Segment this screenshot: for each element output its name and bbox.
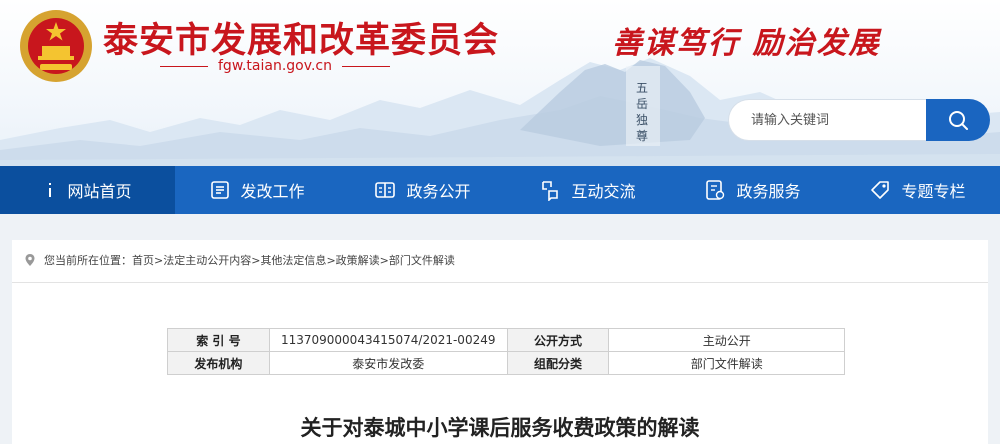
breadcrumb-divider xyxy=(12,282,988,283)
svg-text:五: 五 xyxy=(636,81,648,95)
category-value: 部门文件解读 xyxy=(608,351,845,375)
slogan: 善谋笃行 励治发展 xyxy=(612,26,881,61)
search-button[interactable] xyxy=(926,99,990,141)
content-area: 您当前所在位置： 首页 > 法定主动公开内容 > 其他法定信息 > 政策解读 >… xyxy=(0,214,1000,444)
search-icon xyxy=(949,111,968,130)
tag-icon xyxy=(871,181,890,199)
main-nav: 网站首页 发改工作 政务公开 互动交流 政务服务 专题专栏 xyxy=(0,166,1000,214)
domain-row: fgw.taian.gov.cn xyxy=(160,58,390,74)
breadcrumb-link-public-content[interactable]: 法定主动公开内容 xyxy=(163,252,251,268)
document-icon xyxy=(211,181,230,199)
breadcrumb-link-other-info[interactable]: 其他法定信息 xyxy=(260,252,326,268)
book-icon xyxy=(375,182,396,198)
nav-item-interaction[interactable]: 互动交流 xyxy=(505,166,670,214)
table-row: 索 引 号 113709000043415074/2021-00249 公开方式… xyxy=(167,328,845,352)
document-info-table: 索 引 号 113709000043415074/2021-00249 公开方式… xyxy=(167,328,845,375)
nav-label: 发改工作 xyxy=(240,182,305,201)
site-domain: fgw.taian.gov.cn xyxy=(218,58,332,74)
location-pin-icon xyxy=(25,254,35,266)
breadcrumb-separator: > xyxy=(326,253,336,267)
svg-text:尊: 尊 xyxy=(636,128,648,143)
nav-item-public[interactable]: 政务公开 xyxy=(340,166,505,214)
breadcrumb-separator: > xyxy=(251,253,261,267)
chat-icon xyxy=(542,181,559,201)
method-value: 主动公开 xyxy=(608,328,845,352)
nav-item-special[interactable]: 专题专栏 xyxy=(835,166,1000,214)
article-title: 关于对泰城中小学课后服务收费政策的解读 xyxy=(300,416,700,440)
method-label: 公开方式 xyxy=(506,328,610,352)
search-input[interactable] xyxy=(728,99,926,141)
index-value: 113709000043415074/2021-00249 xyxy=(268,328,508,352)
divider-line-right xyxy=(341,65,390,67)
service-icon xyxy=(706,180,725,200)
national-emblem-logo xyxy=(20,10,92,82)
breadcrumb-prefix: 您当前所在位置： xyxy=(44,254,132,267)
index-label: 索 引 号 xyxy=(167,328,270,352)
nav-item-home[interactable]: 网站首页 xyxy=(0,166,175,214)
nav-item-work[interactable]: 发改工作 xyxy=(175,166,340,214)
nav-label: 网站首页 xyxy=(67,182,132,201)
breadcrumb-separator: > xyxy=(154,253,164,267)
nav-label: 专题专栏 xyxy=(901,182,966,201)
nav-item-service[interactable]: 政务服务 xyxy=(670,166,835,214)
publisher-value: 泰安市发改委 xyxy=(268,351,508,375)
breadcrumb: 您当前所在位置： 首页 > 法定主动公开内容 > 其他法定信息 > 政策解读 >… xyxy=(24,252,455,268)
search-box xyxy=(728,99,990,141)
publisher-label: 发布机构 xyxy=(167,351,270,375)
breadcrumb-link-dept-docs[interactable]: 部门文件解读 xyxy=(389,252,455,268)
article-panel: 您当前所在位置： 首页 > 法定主动公开内容 > 其他法定信息 > 政策解读 >… xyxy=(12,240,988,444)
nav-label: 政务服务 xyxy=(736,182,801,201)
breadcrumb-separator: > xyxy=(379,253,389,267)
site-title: 泰安市发展和改革委员会 xyxy=(103,20,500,61)
breadcrumb-link-home[interactable]: 首页 xyxy=(132,252,154,268)
divider-line-left xyxy=(160,65,208,67)
category-label: 组配分类 xyxy=(506,351,610,375)
nav-label: 互动交流 xyxy=(571,182,636,201)
site-header: 五 岳 独 尊 泰安市发展和改革委员会 fgw.taian.gov.cn 善谋笃… xyxy=(0,0,1000,166)
home-icon xyxy=(49,183,52,197)
svg-text:独: 独 xyxy=(636,113,648,127)
svg-text:岳: 岳 xyxy=(636,97,648,111)
breadcrumb-link-policy[interactable]: 政策解读 xyxy=(336,252,380,268)
table-row: 发布机构 泰安市发改委 组配分类 部门文件解读 xyxy=(167,351,845,375)
nav-label: 政务公开 xyxy=(406,182,471,201)
